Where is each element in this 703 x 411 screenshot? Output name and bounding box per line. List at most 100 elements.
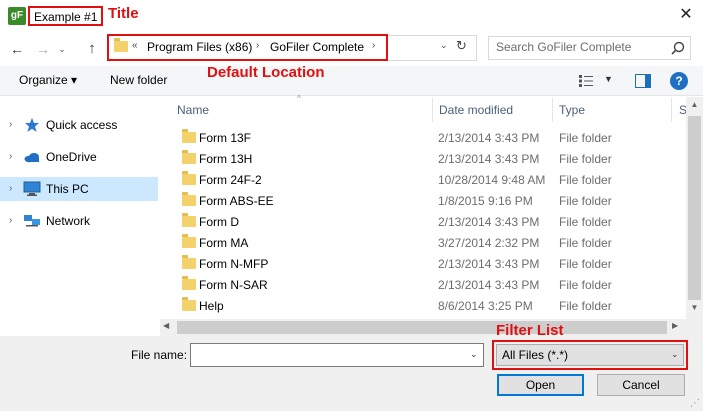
file-name: Form D xyxy=(199,215,239,229)
file-date: 2/13/2014 3:43 PM xyxy=(438,131,540,145)
help-button[interactable]: ? xyxy=(670,72,688,90)
forward-button[interactable]: → xyxy=(34,40,52,58)
new-folder-button[interactable]: New folder xyxy=(110,73,167,87)
filter-list-annotation: Filter List xyxy=(496,322,564,339)
search-input[interactable] xyxy=(496,40,656,54)
file-name: Form N-SAR xyxy=(199,278,268,292)
resize-grip-icon[interactable]: ⋰ xyxy=(690,398,700,409)
folder-icon xyxy=(182,129,196,143)
filter-dropdown-button[interactable]: ⌄ xyxy=(671,349,679,360)
arrow-right-icon: → xyxy=(36,41,50,57)
close-icon: ✕ xyxy=(679,6,693,23)
column-header-name[interactable]: Name xyxy=(177,103,209,117)
file-name-label: File name: xyxy=(131,348,188,362)
arrow-left-icon: ← xyxy=(10,41,24,57)
title-bar xyxy=(0,0,703,32)
file-date: 10/28/2014 9:48 AM xyxy=(438,173,546,187)
scroll-up-button[interactable]: ▲ xyxy=(686,100,703,109)
back-button[interactable]: ← xyxy=(8,40,26,58)
column-divider[interactable] xyxy=(552,98,553,122)
file-type: File folder xyxy=(559,173,612,187)
column-divider[interactable] xyxy=(671,98,672,122)
monitor-icon xyxy=(23,181,41,196)
file-type-filter-value: All Files (*.*) xyxy=(502,348,569,362)
folder-icon xyxy=(182,150,196,164)
file-type: File folder xyxy=(559,299,612,313)
chevron-down-icon: ⌄ xyxy=(440,40,448,50)
file-row[interactable]: Form MA 3/27/2014 2:32 PM File folder xyxy=(160,233,686,254)
arrow-up-icon: ↑ xyxy=(88,40,96,57)
file-name: Form 13H xyxy=(199,152,253,166)
network-icon xyxy=(24,215,40,227)
title-annotation: Title xyxy=(108,5,139,22)
file-name: Help xyxy=(199,299,224,313)
file-name: Form 24F-2 xyxy=(199,173,262,187)
scroll-down-button[interactable]: ▼ xyxy=(686,303,703,312)
column-divider[interactable] xyxy=(432,98,433,122)
file-row[interactable]: Form 24F-2 10/28/2014 9:48 AM File folde… xyxy=(160,170,686,191)
organize-button[interactable]: Organize ▾ xyxy=(19,73,77,87)
refresh-button[interactable]: ↻ xyxy=(456,38,467,54)
folder-icon xyxy=(182,213,196,227)
file-row[interactable]: Form 13H 2/13/2014 3:43 PM File folder xyxy=(160,149,686,170)
recent-locations-button[interactable]: ⌄ xyxy=(56,40,68,58)
sidebar-item-label: Quick access xyxy=(46,118,118,132)
toolbar xyxy=(0,66,703,96)
file-name: Form N-MFP xyxy=(199,257,269,271)
search-icon[interactable] xyxy=(670,40,686,56)
file-name: Form ABS-EE xyxy=(199,194,274,208)
file-row[interactable]: Form ABS-EE 1/8/2015 9:16 PM File folder xyxy=(160,191,686,212)
file-row[interactable]: Form 13F 2/13/2014 3:43 PM File folder xyxy=(160,128,686,149)
file-row[interactable]: Form D 2/13/2014 3:43 PM File folder xyxy=(160,212,686,233)
view-options-icon[interactable] xyxy=(578,74,594,88)
scroll-left-button[interactable]: ◀ xyxy=(163,321,169,330)
file-row[interactable]: Form N-SAR 2/13/2014 3:43 PM File folder xyxy=(160,275,686,296)
address-dropdown-button[interactable]: ⌄ xyxy=(440,40,448,51)
file-date: 3/27/2014 2:32 PM xyxy=(438,236,540,250)
file-name-dropdown-button[interactable]: ⌄ xyxy=(470,349,478,360)
app-icon: gF xyxy=(8,7,26,25)
sidebar-item-network[interactable]: › Network xyxy=(0,209,158,233)
refresh-icon: ↻ xyxy=(456,38,467,53)
chevron-right-icon[interactable]: › xyxy=(9,183,12,194)
vertical-scroll-thumb[interactable] xyxy=(688,116,701,300)
file-row[interactable]: Help 8/6/2014 3:25 PM File folder xyxy=(160,296,686,317)
view-dropdown-button[interactable]: ▼ xyxy=(604,74,613,84)
sidebar-item-quick-access[interactable]: › Quick access xyxy=(0,113,158,137)
star-icon xyxy=(25,118,39,132)
open-button[interactable]: Open xyxy=(497,374,584,396)
file-type: File folder xyxy=(559,194,612,208)
sidebar-item-this-pc[interactable]: › This PC xyxy=(0,177,158,201)
close-button[interactable]: ✕ xyxy=(672,2,700,28)
chevron-right-icon[interactable]: › xyxy=(9,215,12,226)
column-header-type[interactable]: Type xyxy=(559,103,585,117)
sidebar-item-onedrive[interactable]: › OneDrive xyxy=(0,145,158,169)
file-date: 2/13/2014 3:43 PM xyxy=(438,257,540,271)
chevron-down-icon: ⌄ xyxy=(470,349,478,359)
scroll-corner xyxy=(686,319,703,336)
horizontal-scroll-thumb[interactable] xyxy=(177,321,667,334)
folder-icon xyxy=(182,255,196,269)
column-header-date[interactable]: Date modified xyxy=(439,103,513,117)
chevron-right-icon[interactable]: › xyxy=(9,151,12,162)
folder-icon xyxy=(182,171,196,185)
sidebar-item-label: Network xyxy=(46,214,91,228)
scroll-right-button[interactable]: ▶ xyxy=(672,321,678,330)
window-title: Example #1 xyxy=(28,6,104,26)
file-name-input[interactable] xyxy=(194,347,464,361)
default-location-annotation: Default Location xyxy=(207,64,325,81)
file-type: File folder xyxy=(559,236,612,250)
help-icon: ? xyxy=(675,74,683,88)
folder-icon xyxy=(182,234,196,248)
file-type: File folder xyxy=(559,152,612,166)
file-row[interactable]: Form N-MFP 2/13/2014 3:43 PM File folder xyxy=(160,254,686,275)
folder-icon xyxy=(182,192,196,206)
file-date: 8/6/2014 3:25 PM xyxy=(438,299,533,313)
file-date: 1/8/2015 9:16 PM xyxy=(438,194,533,208)
chevron-right-icon[interactable]: › xyxy=(9,119,12,130)
triangle-down-icon: ▼ xyxy=(604,74,613,84)
preview-pane-icon[interactable] xyxy=(635,74,651,88)
up-button[interactable]: ↑ xyxy=(83,40,101,58)
cancel-button[interactable]: Cancel xyxy=(597,374,685,396)
sort-indicator-icon: ^ xyxy=(297,94,301,103)
